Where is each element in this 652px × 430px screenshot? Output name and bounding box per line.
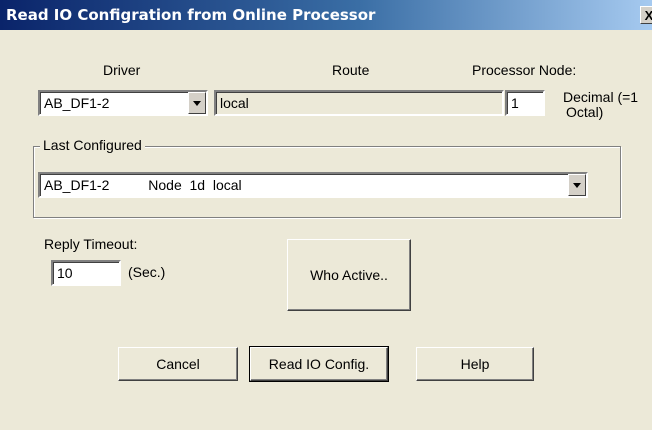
hint-line-1: Decimal (=1 [563, 89, 639, 105]
last-configured-dropdown[interactable]: AB_DF1-2 Node 1d local [38, 172, 588, 198]
processor-node-label: Processor Node: [472, 62, 577, 78]
reply-timeout-label: Reply Timeout: [44, 236, 138, 252]
reply-timeout-input[interactable]: 10 [51, 260, 121, 286]
driver-dropdown[interactable]: AB_DF1-2 [38, 90, 208, 116]
processor-node-value: 1 [511, 95, 519, 111]
driver-value: AB_DF1-2 [44, 95, 110, 111]
processor-node-input[interactable]: 1 [505, 90, 545, 116]
who-active-button[interactable]: Who Active.. [287, 239, 411, 311]
chevron-down-icon[interactable] [188, 92, 206, 114]
cancel-button[interactable]: Cancel [118, 347, 238, 381]
close-icon[interactable]: X [640, 6, 652, 24]
reply-timeout-value: 10 [57, 265, 73, 281]
route-field: local [214, 90, 504, 116]
processor-node-hint: Decimal (=1 Octal) [563, 90, 638, 120]
read-io-config-button[interactable]: Read IO Config. [249, 346, 389, 382]
window-title: Read IO Configration from Online Process… [6, 6, 376, 24]
last-configured-value: AB_DF1-2 Node 1d local [44, 177, 242, 193]
help-button[interactable]: Help [416, 347, 534, 381]
driver-label: Driver [103, 62, 141, 78]
last-configured-label: Last Configured [40, 137, 145, 153]
reply-timeout-unit: (Sec.) [128, 264, 166, 280]
chevron-down-icon[interactable] [568, 174, 586, 196]
route-label: Route [332, 62, 370, 78]
hint-line-2: Octal) [566, 104, 604, 120]
route-value: local [220, 95, 249, 111]
